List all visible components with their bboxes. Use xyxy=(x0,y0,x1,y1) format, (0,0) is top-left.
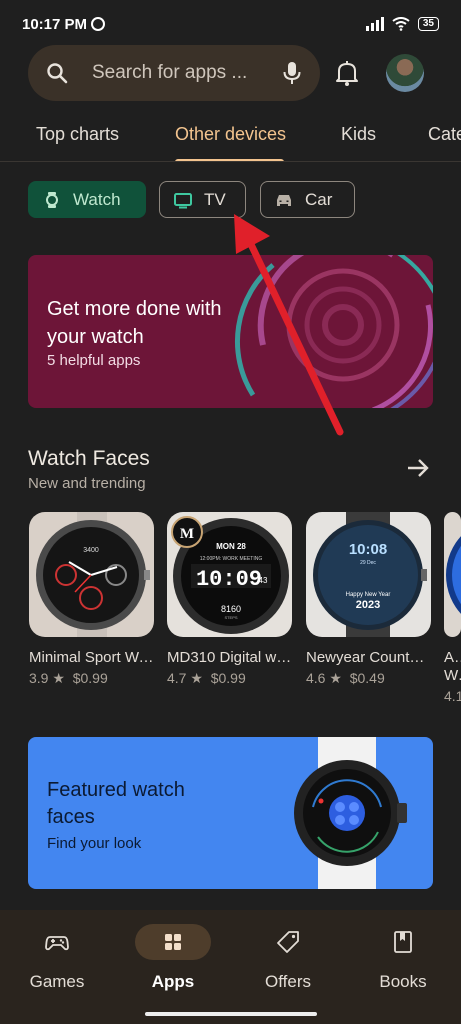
tab-categories[interactable]: Cate xyxy=(428,124,461,145)
app-price: $0.99 xyxy=(210,670,246,686)
app-name: MD310 Digital watchface xyxy=(167,649,292,666)
status-icons: 35 xyxy=(365,17,439,31)
featured-subtitle: Find your look xyxy=(47,835,142,852)
chip-label: TV xyxy=(204,189,226,209)
nav-pill xyxy=(135,924,211,960)
app-name: Newyear Countdown Wat... xyxy=(306,649,431,666)
star-icon: ★ xyxy=(190,670,203,686)
promo-banner-watch[interactable]: Get more done with your watch 5 helpful … xyxy=(28,255,433,408)
signal-icon xyxy=(365,17,384,31)
face-greeting: Happy New Year xyxy=(346,592,391,598)
nav-pill xyxy=(19,924,95,960)
search-icon xyxy=(47,63,68,84)
chip-label: Car xyxy=(305,189,333,209)
face-date: 29 Dec xyxy=(360,560,376,566)
star-icon: ★ xyxy=(52,670,65,686)
face-date: MON 28 xyxy=(216,542,246,551)
nav-label: Books xyxy=(379,972,427,991)
face-steps-label: STEPS xyxy=(224,615,237,620)
nav-label: Offers xyxy=(265,972,311,991)
chip-watch[interactable]: Watch xyxy=(28,181,146,218)
tv-icon xyxy=(174,192,192,208)
brand-logo-letter: M xyxy=(180,526,194,542)
banner-subtitle: 5 helpful apps xyxy=(47,352,141,369)
section-title[interactable]: Watch Faces xyxy=(28,447,150,471)
star-icon: ★ xyxy=(329,670,342,686)
account-avatar[interactable] xyxy=(386,54,424,92)
bottom-navigation: Games Apps Offers Books xyxy=(0,910,461,1024)
app-rating: 4.6 xyxy=(306,670,326,686)
nav-label: Apps xyxy=(151,972,195,991)
whatsapp-icon xyxy=(91,17,106,31)
chip-car[interactable]: Car xyxy=(260,181,355,218)
watch-face-image: 10:08 29 Dec Happy New Year 2023 xyxy=(313,512,427,637)
status-time: 10:17 PM xyxy=(22,15,88,33)
face-time: 10:09 xyxy=(196,567,262,592)
featured-title: Featured watch faces xyxy=(47,779,185,828)
search-bar[interactable]: Search for apps ... xyxy=(28,45,320,101)
gamepad-icon xyxy=(45,936,69,951)
watch-face-image: MON 28 12:00PM: WORK MEETING 10:09 43 81… xyxy=(171,516,289,634)
app-rating: 3.9 xyxy=(29,670,49,686)
app-name: Minimal Sport Watchface Wear... xyxy=(29,649,154,666)
face-percent: 43 xyxy=(259,576,268,585)
nav-pill xyxy=(365,924,441,960)
app-rating: 4.7 xyxy=(167,670,187,686)
nav-books[interactable]: Books xyxy=(348,924,458,992)
app-card-newyear-countdown[interactable]: 10:08 29 Dec Happy New Year 2023 Newyear… xyxy=(306,512,431,687)
app-price: $0.49 xyxy=(349,670,385,686)
nav-apps[interactable]: Apps xyxy=(118,924,228,992)
face-time: 10:08 xyxy=(349,541,387,558)
microphone-icon[interactable] xyxy=(282,61,302,85)
decorative-rings xyxy=(234,255,433,408)
app-icon: MON 28 12:00PM: WORK MEETING 10:09 43 81… xyxy=(167,512,292,637)
apps-grid-icon xyxy=(165,934,181,950)
nav-games[interactable]: Games xyxy=(2,924,112,992)
arrow-right-icon[interactable] xyxy=(407,458,429,478)
app-icon: 3400 xyxy=(29,512,154,637)
watch-illustration xyxy=(294,737,407,889)
app-price: $0.99 xyxy=(72,670,108,686)
app-card-partial[interactable]: Ati Wa... 4.1 xyxy=(444,512,461,704)
banner-title: Get more done with your watch xyxy=(47,298,222,348)
face-top-text: 3400 xyxy=(83,547,99,554)
nav-pill xyxy=(250,924,326,960)
book-icon xyxy=(394,931,412,953)
watch-icon xyxy=(46,191,58,208)
app-meta: 4.6 ★ $0.49 xyxy=(306,670,431,687)
tag-icon xyxy=(277,931,299,953)
chip-tv[interactable]: TV xyxy=(159,181,246,218)
chip-label: Watch xyxy=(73,189,121,209)
face-year: 2023 xyxy=(356,599,380,611)
app-meta: 3.9 ★ $0.99 xyxy=(29,670,154,687)
search-input[interactable]: Search for apps ... xyxy=(92,62,282,84)
section-subtitle: New and trending xyxy=(28,475,146,492)
car-icon xyxy=(277,194,291,206)
battery-indicator: 35 xyxy=(417,17,439,31)
app-card-minimal-sport[interactable]: 3400 Minimal Sport Watchface Wear... 3.9… xyxy=(29,512,154,687)
face-event: 12:00PM: WORK MEETING xyxy=(200,556,263,562)
app-card-md310[interactable]: MON 28 12:00PM: WORK MEETING 10:09 43 81… xyxy=(167,512,292,687)
notification-bell-icon[interactable] xyxy=(335,60,359,86)
active-tab-indicator xyxy=(175,159,284,161)
home-indicator[interactable] xyxy=(145,1012,317,1016)
wifi-icon xyxy=(392,17,410,31)
face-steps: 8160 xyxy=(221,604,241,614)
app-icon xyxy=(444,512,461,637)
tab-kids[interactable]: Kids xyxy=(341,124,376,145)
app-name: Ati Wa... xyxy=(444,649,461,684)
featured-watch-faces-banner[interactable]: Featured watch faces Find your look xyxy=(28,737,433,889)
app-meta: 4.7 ★ $0.99 xyxy=(167,670,292,687)
nav-offers[interactable]: Offers xyxy=(233,924,343,992)
tab-other-devices[interactable]: Other devices xyxy=(175,124,286,145)
tab-top-charts[interactable]: Top charts xyxy=(36,124,119,145)
watch-face-image: 3400 xyxy=(36,512,150,637)
app-icon: 10:08 29 Dec Happy New Year 2023 xyxy=(306,512,431,637)
app-rating: 4.1 xyxy=(444,688,461,704)
category-tabs: Top charts Other devices Kids Cate xyxy=(0,108,461,162)
watch-face-image xyxy=(446,536,461,614)
nav-label: Games xyxy=(29,972,85,991)
status-bar: 10:17 PM 35 xyxy=(0,0,461,48)
